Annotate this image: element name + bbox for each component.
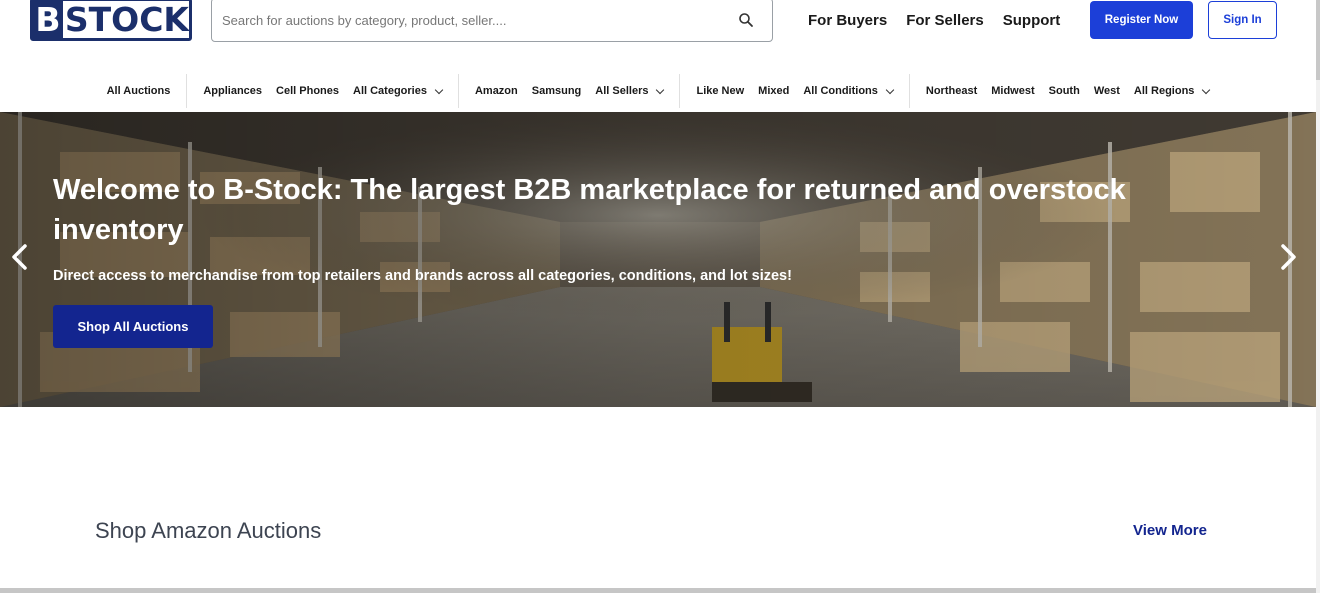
nav-item-cell-phones[interactable]: Cell Phones <box>276 85 339 97</box>
horizontal-scrollbar[interactable] <box>0 588 1316 593</box>
nav-item-label: Like New <box>696 85 745 97</box>
nav-item-label: All Sellers <box>595 85 649 97</box>
nav-item-all-auctions[interactable]: All Auctions <box>107 85 171 97</box>
site-header: B STOCK For Buyers For Sellers Support R… <box>0 0 1320 60</box>
hero-banner: Welcome to B-Stock: The largest B2B mark… <box>0 112 1316 407</box>
nav-item-label: Appliances <box>203 85 263 97</box>
top-links: For Buyers For Sellers Support <box>808 12 1079 29</box>
nav-item-appliances[interactable]: Appliances <box>203 85 262 97</box>
nav-item-label: Samsung <box>531 85 582 97</box>
nav-item-label: All Regions <box>1133 85 1195 97</box>
hero-title: Welcome to B-Stock: The largest B2B mark… <box>53 174 1126 246</box>
hero-subtitle: Direct access to merchandise from top re… <box>53 268 792 284</box>
shop-all-auctions-button[interactable]: Shop All Auctions <box>53 305 213 348</box>
logo-letter: B <box>33 1 63 38</box>
bstock-logo[interactable]: B STOCK <box>30 0 192 41</box>
nav-item-all-categories[interactable]: All Categories <box>353 85 444 97</box>
carousel-next-arrow-icon[interactable] <box>1276 242 1300 272</box>
nav-item-label: West <box>1093 85 1120 97</box>
logo-text: STOCK <box>64 0 189 39</box>
search-input[interactable] <box>222 7 722 33</box>
sign-in-button[interactable]: Sign In <box>1208 1 1277 39</box>
register-now-button[interactable]: Register Now <box>1090 1 1193 39</box>
chevron-down-icon <box>1202 85 1211 94</box>
nav-item-label: Midwest <box>991 85 1035 97</box>
warehouse-background-image <box>0 112 1316 407</box>
search-box <box>211 0 773 42</box>
nav-item-all-sellers[interactable]: All Sellers <box>595 85 665 97</box>
nav-item-midwest[interactable]: Midwest <box>991 85 1034 97</box>
section-title: Shop Amazon Auctions <box>95 518 322 543</box>
chevron-down-icon <box>885 85 895 94</box>
nav-item-south[interactable]: South <box>1049 85 1080 97</box>
nav-group: All Auctions <box>91 74 187 108</box>
nav-item-label: All Categories <box>353 85 427 97</box>
chevron-down-icon <box>656 85 665 94</box>
category-nav: All Auctions Appliances Cell Phones All Cat… <box>0 72 1316 110</box>
nav-item-mixed[interactable]: Mixed <box>758 85 789 97</box>
carousel-prev-arrow-icon[interactable] <box>8 242 32 272</box>
view-more-link[interactable]: View More <box>1133 522 1207 539</box>
nav-item-label: Cell Phones <box>276 85 339 97</box>
for-sellers-link[interactable]: For Sellers <box>906 12 984 29</box>
nav-group: Like New Mixed All Conditions <box>679 74 908 108</box>
nav-group: Amazon Samsung All Sellers <box>457 74 680 108</box>
vertical-scrollbar[interactable] <box>1316 0 1320 593</box>
chevron-down-icon <box>434 85 444 94</box>
nav-item-label: Amazon <box>474 85 518 97</box>
nav-item-west[interactable]: West <box>1094 85 1120 97</box>
nav-item-northeast[interactable]: Northeast <box>926 85 977 97</box>
nav-item-label: Northeast <box>925 85 978 97</box>
nav-item-samsung[interactable]: Samsung <box>532 85 582 97</box>
nav-item-all-conditions[interactable]: All Conditions <box>803 85 895 97</box>
support-link[interactable]: Support <box>1003 12 1061 29</box>
vertical-scrollbar-thumb[interactable] <box>1316 0 1320 80</box>
nav-item-label: Mixed <box>758 85 790 97</box>
search-icon[interactable] <box>738 12 754 28</box>
nav-item-like-new[interactable]: Like New <box>696 85 744 97</box>
for-buyers-link[interactable]: For Buyers <box>808 12 887 29</box>
nav-item-label: All Conditions <box>803 85 878 97</box>
nav-item-all-regions[interactable]: All Regions <box>1133 85 1211 97</box>
nav-group: Appliances Cell Phones All Categories <box>186 74 458 108</box>
nav-item-amazon[interactable]: Amazon <box>475 85 518 97</box>
nav-item-label: South <box>1048 85 1080 97</box>
nav-item-label: All Auctions <box>106 85 171 97</box>
nav-group: Northeast Midwest South West All Regions <box>908 74 1226 108</box>
